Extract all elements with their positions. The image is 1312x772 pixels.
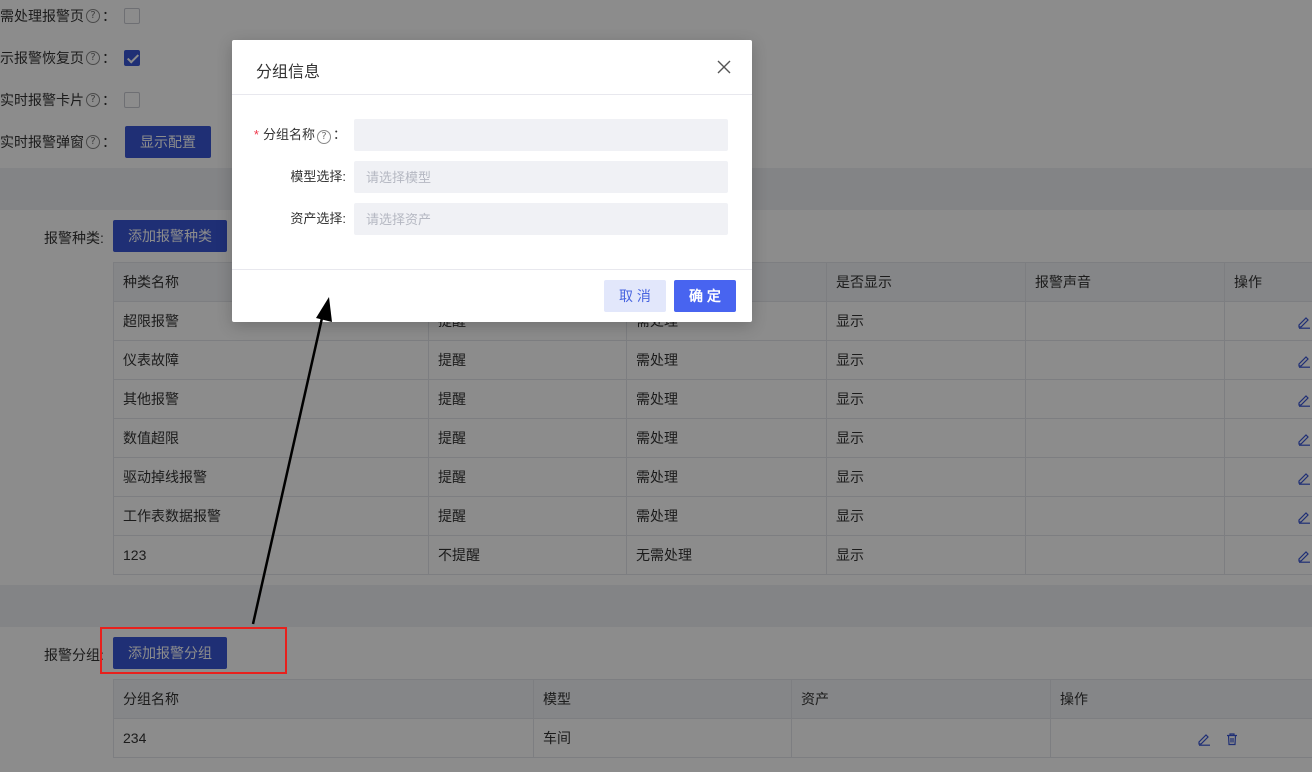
- colon: ：: [332, 127, 346, 142]
- field-label: 资产选择:: [290, 211, 346, 226]
- group-name-label: * 分组名称?：: [254, 119, 346, 151]
- close-icon[interactable]: [716, 59, 732, 75]
- dialog-title: 分组信息: [256, 64, 321, 81]
- cancel-button[interactable]: 取 消: [604, 280, 666, 312]
- form-row-model: 模型选择:: [232, 161, 752, 193]
- field-label: 模型选择:: [290, 169, 346, 184]
- form-row-asset: 资产选择:: [232, 203, 752, 235]
- group-name-input[interactable]: [354, 119, 728, 151]
- model-select-input[interactable]: [354, 161, 728, 193]
- help-icon[interactable]: ?: [316, 130, 331, 144]
- field-label: 分组名称: [262, 127, 315, 142]
- annotation-highlight-box: [100, 627, 287, 674]
- form-row-group-name: * 分组名称?：: [232, 119, 752, 151]
- dialog-footer: 取 消 确 定: [232, 269, 752, 322]
- confirm-button[interactable]: 确 定: [674, 280, 736, 312]
- dialog-header: 分组信息: [232, 40, 752, 95]
- group-info-dialog: 分组信息 *分组名称?： 模型选择: 资产选择: 取 消 确 定: [232, 40, 752, 322]
- required-mark: *: [253, 127, 259, 142]
- asset-select-input[interactable]: [354, 203, 728, 235]
